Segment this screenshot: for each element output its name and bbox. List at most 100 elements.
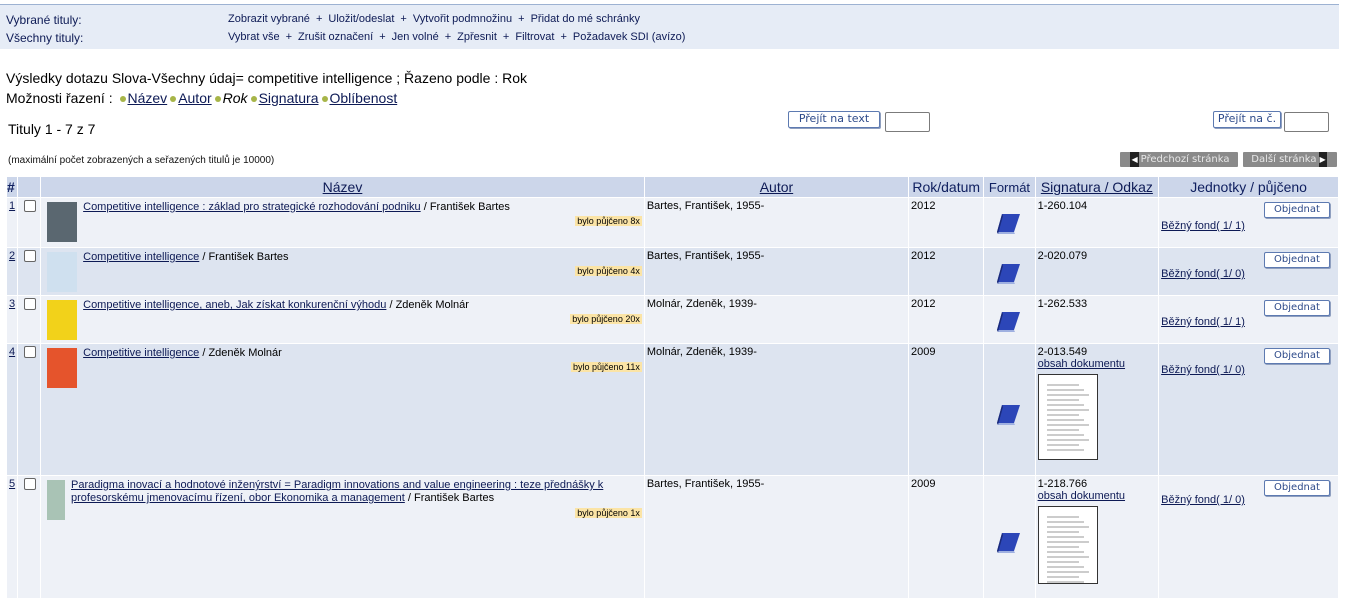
header-signature[interactable]: Signatura / Odkaz [1035,177,1159,197]
header-author-link[interactable]: Autor [760,179,793,195]
content-link[interactable]: obsah dokumentu [1038,490,1125,502]
selected-action[interactable]: Přidat do mé schránky [531,13,640,25]
signature-cell: 2-013.549 obsah dokumentu [1035,344,1159,475]
contents-thumbnail[interactable] [1037,374,1098,460]
row-number-link[interactable]: 5 [9,478,15,490]
title-link[interactable]: Competitive intelligence [83,347,199,359]
all-action[interactable]: Filtrovat [515,31,554,43]
max-count-note: (maximální počet zobrazených a seřazenýc… [8,155,275,166]
book-cover-image[interactable] [47,300,78,340]
separator-icon: + [518,13,525,25]
row-select-cell [18,476,41,598]
title-link[interactable]: Paradigma inovací a hodnotové inženýrstv… [71,479,603,504]
all-action[interactable]: Vybrat vše [228,31,280,43]
author-cell: Bartes, František, 1955- [644,476,909,598]
signature-cell: 2-020.079 [1035,248,1159,295]
order-button[interactable]: Objednat [1264,202,1330,218]
author-cell: Bartes, František, 1955- [644,198,909,247]
title-cell: Competitive intelligence / František Bar… [41,248,644,295]
order-button[interactable]: Objednat [1264,252,1330,268]
row-checkbox[interactable] [24,478,37,491]
unit-link[interactable]: Běžný fond( 1/ 0) [1161,494,1245,506]
unit-link[interactable]: Běžný fond( 1/ 1) [1161,316,1245,328]
bullet-icon [214,95,221,102]
book-format-icon [994,310,1024,337]
book-format-icon [994,212,1024,239]
sort-option[interactable]: Signatura [259,90,319,106]
goto-text-button[interactable]: Přejít na text [788,111,880,128]
author-cell: Molnár, Zdeněk, 1939- [644,296,909,343]
title-cell: Paradigma inovací a hodnotové inženýrstv… [41,476,644,598]
all-action[interactable]: Zrušit označení [298,31,373,43]
format-cell [984,248,1035,295]
title-link[interactable]: Competitive intelligence : základ pro st… [83,201,421,213]
unit-link[interactable]: Běžný fond( 1/ 0) [1161,268,1245,280]
signature-cell: 1-262.533 [1035,296,1159,343]
header-title-link[interactable]: Název [323,179,363,195]
selected-action[interactable]: Vytvořit podmnožinu [413,13,512,25]
loan-count-badge: bylo půjčeno 11x [570,362,642,372]
contents-thumbnail[interactable] [1037,506,1098,584]
book-cover-image[interactable] [47,252,78,292]
sort-option[interactable]: Název [128,90,168,106]
sort-option[interactable]: Oblíbenost [330,90,398,106]
all-action[interactable]: Zpřesnit [457,31,497,43]
selected-action[interactable]: Uložit/odeslat [328,13,394,25]
row-number-link[interactable]: 3 [9,298,15,310]
title-cell: Competitive intelligence / Zdeněk Molnár… [41,344,644,475]
format-cell [984,476,1035,598]
book-cover-image[interactable] [47,348,78,388]
row-checkbox[interactable] [24,250,37,263]
format-cell [984,344,1035,475]
header-select [18,177,41,197]
header-year: Rok/datum [909,177,984,197]
row-checkbox[interactable] [24,346,37,359]
loan-count-badge: bylo půjčeno 20x [570,314,642,324]
order-button[interactable]: Objednat [1264,480,1330,496]
signature-text: 1-260.104 [1037,200,1088,212]
book-cover-image[interactable] [47,480,65,520]
prev-page-button[interactable]: ◀ Předchozí stránka [1120,152,1238,167]
row-checkbox[interactable] [24,200,37,213]
next-page-button[interactable]: Další stránka ▶ [1243,152,1337,167]
sort-options: Možnosti řazení : Název Autor Rok Signatura… [6,90,397,106]
title-author: / František Bartes [199,251,289,263]
sort-option[interactable]: Autor [178,90,211,106]
separator-icon: + [400,13,407,25]
all-action[interactable]: Požadavek SDI (avízo) [573,31,686,43]
loan-count-badge: bylo půjčeno 4x [575,266,642,276]
row-checkbox[interactable] [24,298,37,311]
table-row: 5 Paradigma inovací a hodnotové inženýrst… [7,476,1338,598]
units-cell: Běžný fond( 1/ 0) Objednat [1159,344,1338,475]
row-number-cell: 5 [7,476,18,598]
table-row: 4 Competitive intelligence / Zdeněk Molná… [7,344,1338,475]
table-row: 1 Competitive intelligence : základ pro s… [7,198,1338,247]
order-button[interactable]: Objednat [1264,348,1330,364]
goto-number-button[interactable]: Přejít na č. [1213,111,1281,128]
content-link[interactable]: obsah dokumentu [1038,358,1125,370]
row-number-cell: 4 [7,344,18,475]
row-select-cell [18,198,41,247]
header-title[interactable]: Název [41,177,644,197]
unit-link[interactable]: Běžný fond( 1/ 1) [1161,220,1245,232]
book-cover-image[interactable] [47,202,78,242]
title-link[interactable]: Competitive intelligence [83,251,199,263]
table-row: 3 Competitive intelligence, aneb, Jak zís… [7,296,1338,343]
row-number-link[interactable]: 1 [9,200,15,212]
goto-text-input[interactable] [885,112,930,132]
bullet-icon [119,95,126,102]
year-cell: 2012 [909,248,984,295]
title-link[interactable]: Competitive intelligence, aneb, Jak získ… [83,299,386,311]
goto-number-input[interactable] [1284,112,1329,132]
unit-link[interactable]: Běžný fond( 1/ 0) [1161,364,1245,376]
separator-icon: + [315,13,323,25]
row-number-cell: 2 [7,248,18,295]
all-action[interactable]: Jen volné [392,31,439,43]
header-author[interactable]: Autor [644,177,909,197]
row-number-link[interactable]: 2 [9,250,15,262]
action-bar: Vybrané tituly: Zobrazit vybrané + Uložit/… [0,4,1339,49]
header-signature-link[interactable]: Signatura / Odkaz [1041,179,1153,195]
order-button[interactable]: Objednat [1264,300,1330,316]
row-number-link[interactable]: 4 [9,346,15,358]
selected-action[interactable]: Zobrazit vybrané [228,13,310,25]
